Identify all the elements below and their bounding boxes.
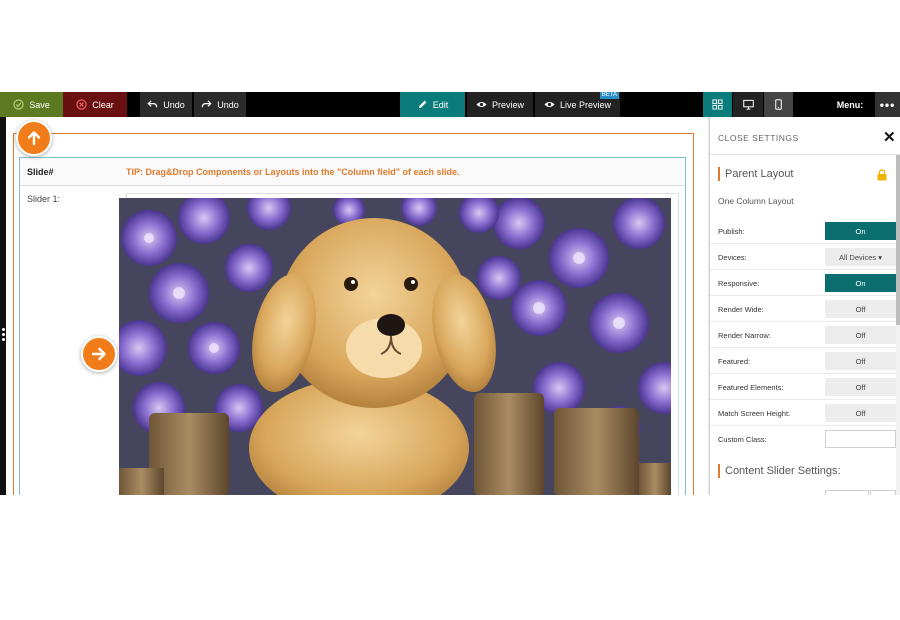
slide-image[interactable] [119, 198, 671, 495]
drag-handle-icon[interactable] [2, 328, 5, 341]
undo-button[interactable]: Undo [140, 92, 192, 117]
publish-toggle[interactable]: On [825, 222, 896, 240]
monitor-icon [742, 99, 754, 110]
clear-label: Clear [92, 99, 114, 110]
devices-dropdown[interactable]: All Devices ▾ [825, 248, 896, 266]
setting-label: Devices: [718, 253, 747, 262]
panel-scrollbar-thumb[interactable] [896, 155, 900, 325]
eye-icon [544, 101, 555, 108]
eye-icon [476, 101, 487, 108]
page-builder-app: Save Clear Undo Undo Edit Preview Live P… [0, 92, 900, 495]
mobile-view-button[interactable] [764, 92, 793, 117]
setting-row-render-narrow: Render Narrow: Off [710, 322, 896, 348]
layout-name: One Column Layout [718, 196, 794, 206]
slider-header: Slide# TIP: Drag&Drop Components or Layo… [20, 158, 685, 186]
grid-icon [712, 99, 723, 110]
setting-label: Publish: [718, 227, 745, 236]
setting-row-devices: Devices: All Devices ▾ [710, 244, 896, 270]
close-settings-label[interactable]: CLOSE SETTINGS [718, 133, 799, 143]
beta-badge: BETA [599, 92, 619, 99]
match-screen-height-toggle[interactable]: Off [825, 404, 896, 422]
setting-label: Responsive: [718, 279, 760, 288]
save-label: Save [29, 99, 50, 110]
redo-arrow-icon [201, 100, 212, 108]
setting-row-publish: Publish: On [710, 218, 896, 244]
setting-row-match-screen-height: Match Screen Height: Off [710, 400, 896, 426]
settings-panel: CLOSE SETTINGS ✕ Parent Layout One Colum… [709, 117, 900, 495]
custom-class-input[interactable] [825, 430, 896, 448]
menu-label: Menu: [836, 99, 864, 110]
setting-row-featured-elements: Featured Elements: Off [710, 374, 896, 400]
cancel-circle-icon [76, 99, 87, 110]
close-icon[interactable]: ✕ [883, 128, 896, 146]
arrow-right-icon [91, 347, 106, 361]
pencil-icon [418, 100, 427, 109]
arrow-up-icon [27, 131, 41, 146]
live-preview-button[interactable]: Live Preview BETA [535, 92, 620, 117]
move-up-button[interactable] [16, 120, 52, 156]
phone-icon [775, 99, 782, 110]
editor-canvas: Slide# TIP: Drag&Drop Components or Layo… [6, 117, 708, 495]
desktop-view-button[interactable] [733, 92, 763, 117]
settings-panel-header: CLOSE SETTINGS ✕ [710, 117, 900, 155]
lock-icon[interactable] [876, 169, 888, 181]
layout-grid-button[interactable] [703, 92, 732, 117]
drag-drop-tip: TIP: Drag&Drop Components or Layouts int… [126, 167, 460, 177]
undo-arrow-icon [147, 100, 158, 108]
edit-mode-button[interactable]: Edit [400, 92, 465, 117]
render-wide-toggle[interactable]: Off [825, 300, 896, 318]
responsive-toggle[interactable]: On [825, 274, 896, 292]
setting-row-responsive: Responsive: On [710, 270, 896, 296]
setting-row-featured: Featured: Off [710, 348, 896, 374]
redo-button[interactable]: Undo [194, 92, 246, 117]
setting-label: Match Screen Height: [718, 409, 791, 418]
slide-number-header: Slide# [27, 167, 54, 177]
slider-setting-input[interactable] [825, 490, 869, 495]
parent-layout-title: Parent Layout [718, 167, 794, 181]
save-button[interactable]: Save [0, 92, 63, 117]
clear-button[interactable]: Clear [63, 92, 127, 117]
setting-label: Featured: [718, 357, 751, 366]
render-narrow-toggle[interactable]: Off [825, 326, 896, 344]
top-toolbar: Save Clear Undo Undo Edit Preview Live P… [0, 92, 900, 117]
next-slide-button[interactable] [81, 336, 117, 372]
preview-button[interactable]: Preview [467, 92, 533, 117]
undo-label: Undo [163, 99, 185, 110]
setting-row-render-wide: Render Wide: Off [710, 296, 896, 322]
slider-label: Slider 1: [27, 194, 61, 204]
setting-label: Featured Elements: [718, 383, 784, 392]
redo-label: Undo [217, 99, 239, 110]
featured-elements-toggle[interactable]: Off [825, 378, 896, 396]
preview-label: Preview [491, 99, 524, 110]
puppy-photo [119, 198, 671, 495]
setting-row-custom-class: Custom Class: [710, 426, 896, 452]
setting-label: Custom Class: [718, 435, 767, 444]
more-menu-button[interactable]: ••• [875, 92, 900, 117]
check-circle-icon [13, 99, 24, 110]
setting-label: Render Narrow: [718, 331, 771, 340]
setting-label: Render Wide: [718, 305, 764, 314]
featured-toggle[interactable]: Off [825, 352, 896, 370]
edit-label: Edit [432, 99, 449, 110]
content-slider-settings-title: Content Slider Settings: [718, 464, 841, 478]
live-preview-label: Live Preview [559, 99, 612, 110]
slider-setting-input[interactable] [870, 490, 896, 495]
